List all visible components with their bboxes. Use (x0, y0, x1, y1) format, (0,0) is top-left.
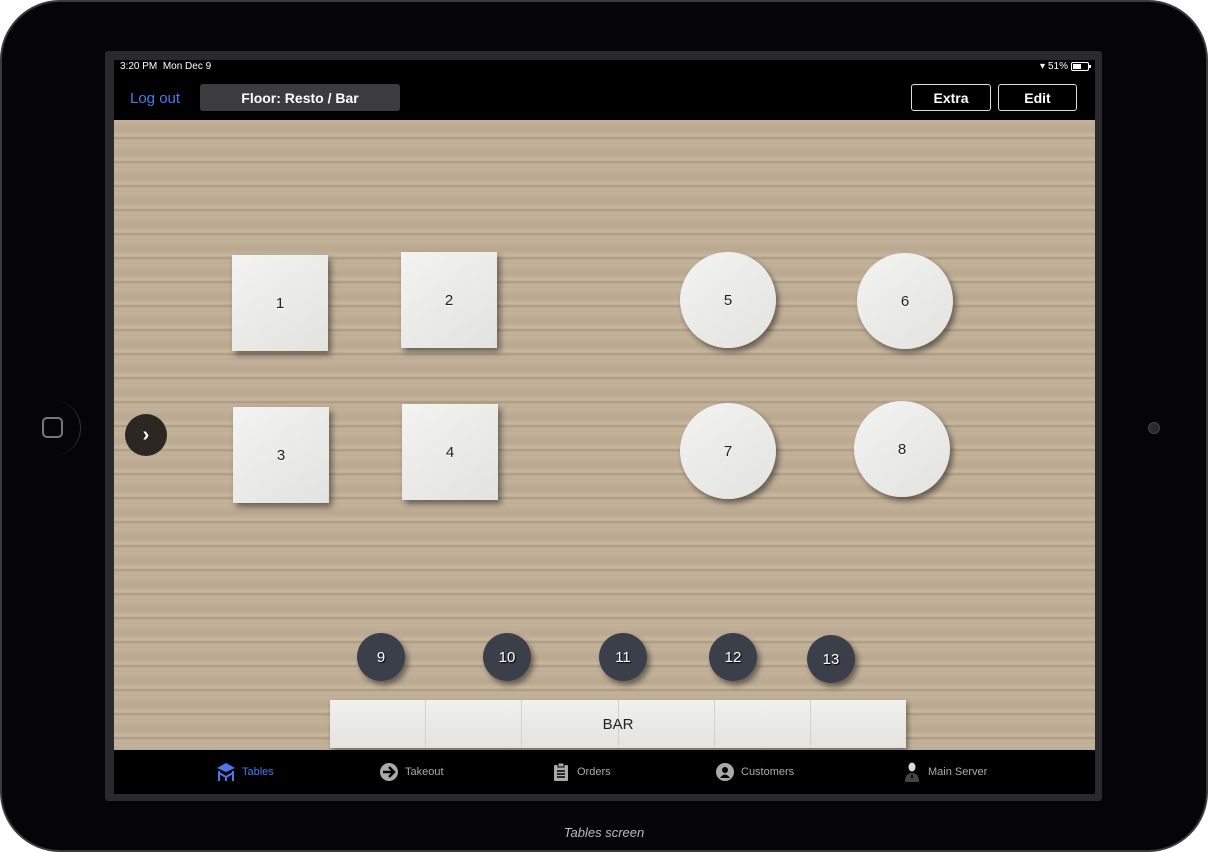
tab-bar: Tables Takeout Orders Customers Main Ser… (114, 750, 1095, 794)
table-12[interactable]: 12 (709, 633, 757, 681)
screen-caption: Tables screen (563, 825, 645, 840)
table-1[interactable]: 1 (232, 255, 328, 351)
floor-selector[interactable]: Floor: Resto / Bar (200, 84, 400, 111)
tab-tables[interactable]: Tables (216, 762, 274, 782)
bar-label: BAR (602, 715, 634, 733)
tab-label: Takeout (405, 766, 444, 778)
bar-counter[interactable]: BAR (330, 700, 907, 748)
tab-main-server[interactable]: Main Server (902, 762, 987, 782)
status-bar-left: 3:20 PM Mon Dec 9 (120, 61, 211, 72)
expand-panel-button[interactable]: › (125, 414, 167, 456)
floor-plan: 1 2 3 4 5 6 7 8 9 10 11 12 13 BAR › (114, 120, 1095, 750)
edit-button[interactable]: Edit (998, 84, 1077, 111)
tab-orders[interactable]: Orders (551, 762, 611, 782)
arrow-right-circle-icon (380, 763, 398, 781)
table-9[interactable]: 9 (357, 633, 405, 681)
clipboard-icon (554, 762, 568, 781)
table-4[interactable]: 4 (402, 404, 498, 500)
status-bar-right: ▾ 51% (1039, 61, 1091, 72)
home-button-icon (42, 417, 63, 438)
battery-icon (1071, 62, 1091, 71)
tables-icon (217, 763, 235, 781)
tab-label: Orders (577, 766, 611, 778)
tab-label: Customers (741, 766, 795, 778)
table-8[interactable]: 8 (854, 401, 950, 497)
table-2[interactable]: 2 (401, 252, 497, 348)
table-10[interactable]: 10 (483, 633, 531, 681)
table-13[interactable]: 13 (807, 635, 855, 683)
status-date: Mon Dec 9 (162, 61, 212, 72)
tab-takeout[interactable]: Takeout (379, 762, 444, 782)
chevron-right-icon: › (142, 423, 150, 446)
server-person-icon (905, 762, 919, 782)
screen: 3:20 PM Mon Dec 9 ▾ 51% Log out Floor: R… (114, 60, 1095, 794)
table-11[interactable]: 11 (599, 633, 647, 681)
table-5[interactable]: 5 (680, 252, 776, 348)
battery-percent: 51% (1047, 61, 1068, 72)
table-6[interactable]: 6 (857, 253, 953, 349)
wifi-icon: ▾ (1039, 61, 1045, 72)
tab-label: Tables (242, 766, 274, 778)
logout-button[interactable]: Log out (130, 90, 180, 107)
status-time: 3:20 PM (120, 61, 158, 72)
tab-label: Main Server (928, 766, 988, 778)
extra-button[interactable]: Extra (911, 84, 991, 111)
person-circle-icon (716, 763, 734, 781)
table-3[interactable]: 3 (233, 407, 329, 503)
camera (1148, 422, 1160, 434)
tab-customers[interactable]: Customers (715, 762, 794, 782)
table-7[interactable]: 7 (680, 403, 776, 499)
